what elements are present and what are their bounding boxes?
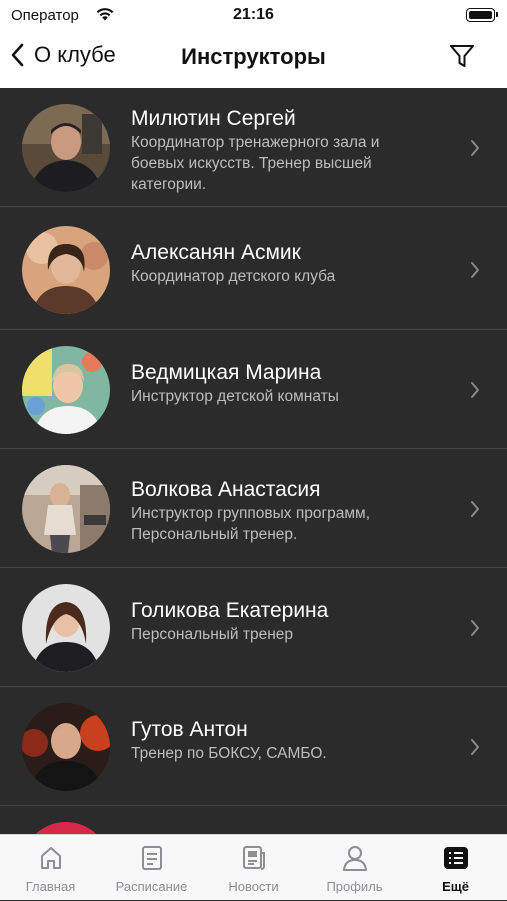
instructor-name: Ведмицкая Марина [131, 361, 322, 384]
tab-more[interactable]: Ещё [405, 835, 506, 901]
avatar [22, 226, 110, 314]
page-title: Инструкторы [181, 44, 326, 69]
avatar [22, 703, 110, 791]
tab-label: Ещё [442, 879, 469, 894]
instructor-role: Инструктор групповых программ, Персональ… [131, 505, 371, 543]
schedule-icon [139, 845, 165, 871]
instructor-role: Координатор детского клуба [131, 268, 336, 285]
avatar [22, 465, 110, 553]
chevron-right-icon [470, 619, 480, 642]
battery-icon [466, 8, 498, 22]
tab-label: Главная [25, 879, 76, 894]
home-icon [38, 845, 64, 871]
tab-schedule[interactable]: Расписание [101, 835, 202, 901]
tab-label: Новости [228, 879, 279, 894]
instructor-row[interactable]: Алексанян Асмик Координатор детского клу… [0, 210, 507, 330]
instructor-name: Гутов Антон [131, 718, 248, 741]
profile-icon [342, 845, 368, 871]
instructor-row[interactable]: Гутов Антон Тренер по БОКСУ, САМБО. [0, 687, 507, 806]
tab-home[interactable]: Главная [0, 835, 101, 901]
chevron-right-icon [470, 381, 480, 404]
tab-label: Профиль [326, 879, 383, 894]
instructor-role: Персональный тренер [131, 626, 294, 643]
instructor-role: Тренер по БОКСУ, САМБО. [131, 745, 327, 762]
chevron-right-icon [470, 261, 480, 284]
avatar [22, 584, 110, 672]
chevron-right-icon [470, 738, 480, 761]
avatar [22, 346, 110, 434]
instructor-name: Волкова Анастасия [131, 478, 321, 501]
instructor-row[interactable]: Голикова Екатерина Персональный тренер [0, 568, 507, 687]
tab-profile[interactable]: Профиль [304, 835, 405, 901]
avatar [22, 104, 110, 192]
instructor-role: Инструктор детской комнаты [131, 388, 339, 405]
navigation-bar: О клубе Инструкторы [0, 32, 507, 88]
status-time: 21:16 [233, 6, 274, 23]
tab-news[interactable]: Новости [203, 835, 304, 901]
tab-label: Расписание [115, 879, 188, 894]
instructor-row[interactable]: Волкова Анастасия Инструктор групповых п… [0, 449, 507, 568]
instructor-list[interactable]: Милютин Сергей Координатор тренажерного … [0, 88, 507, 834]
instructor-row-partial[interactable] [0, 806, 507, 834]
chevron-right-icon [470, 139, 480, 162]
avatar [22, 822, 110, 834]
instructor-name: Алексанян Асмик [131, 241, 301, 264]
news-icon [241, 845, 267, 871]
instructor-name: Милютин Сергей [131, 107, 296, 130]
more-icon [443, 845, 469, 871]
status-bar: Оператор 21:16 [0, 0, 507, 32]
chevron-right-icon [470, 500, 480, 523]
instructor-role: Координатор тренажерного зала и боевых и… [131, 134, 380, 193]
instructor-name: Голикова Екатерина [131, 599, 329, 622]
filter-icon[interactable] [448, 42, 476, 75]
tab-bar: Главная Расписание Новости Профиль Ещё [0, 834, 507, 900]
instructor-row[interactable]: Милютин Сергей Координатор тренажерного … [0, 88, 507, 207]
instructor-row[interactable]: Ведмицкая Марина Инструктор детской комн… [0, 330, 507, 449]
